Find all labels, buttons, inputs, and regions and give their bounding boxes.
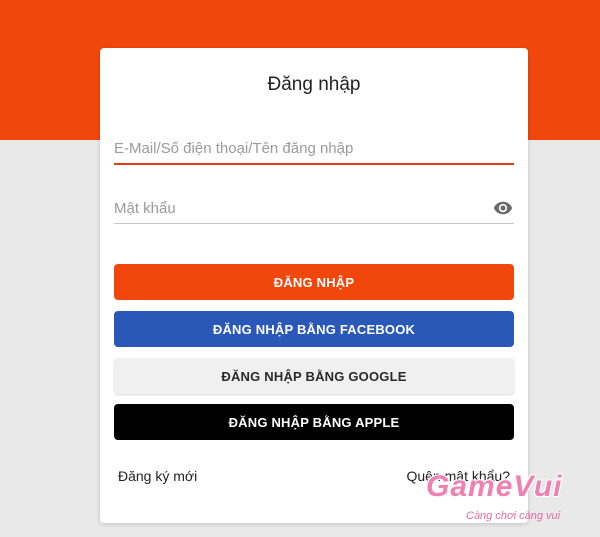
password-field[interactable] bbox=[114, 196, 514, 223]
email-field-container bbox=[114, 136, 514, 165]
facebook-login-button[interactable]: ĐĂNG NHẬP BẰNG FACEBOOK bbox=[114, 311, 514, 347]
password-field-container bbox=[114, 196, 514, 224]
forgot-password-link[interactable]: Quên mật khẩu? bbox=[406, 468, 510, 484]
email-field[interactable] bbox=[114, 136, 514, 163]
register-link[interactable]: Đăng ký mới bbox=[118, 468, 197, 484]
google-login-button[interactable]: ĐĂNG NHẬP BẰNG GOOGLE bbox=[114, 358, 514, 394]
apple-login-button[interactable]: ĐĂNG NHẬP BẰNG APPLE bbox=[114, 404, 514, 440]
eye-icon[interactable] bbox=[492, 198, 514, 218]
page-title: Đăng nhập bbox=[267, 74, 361, 95]
login-button[interactable]: ĐĂNG NHẬP bbox=[114, 264, 514, 300]
login-card: Đăng nhập ĐĂNG NHẬP ĐĂNG NHẬP BẰNG FACEB… bbox=[100, 48, 528, 523]
